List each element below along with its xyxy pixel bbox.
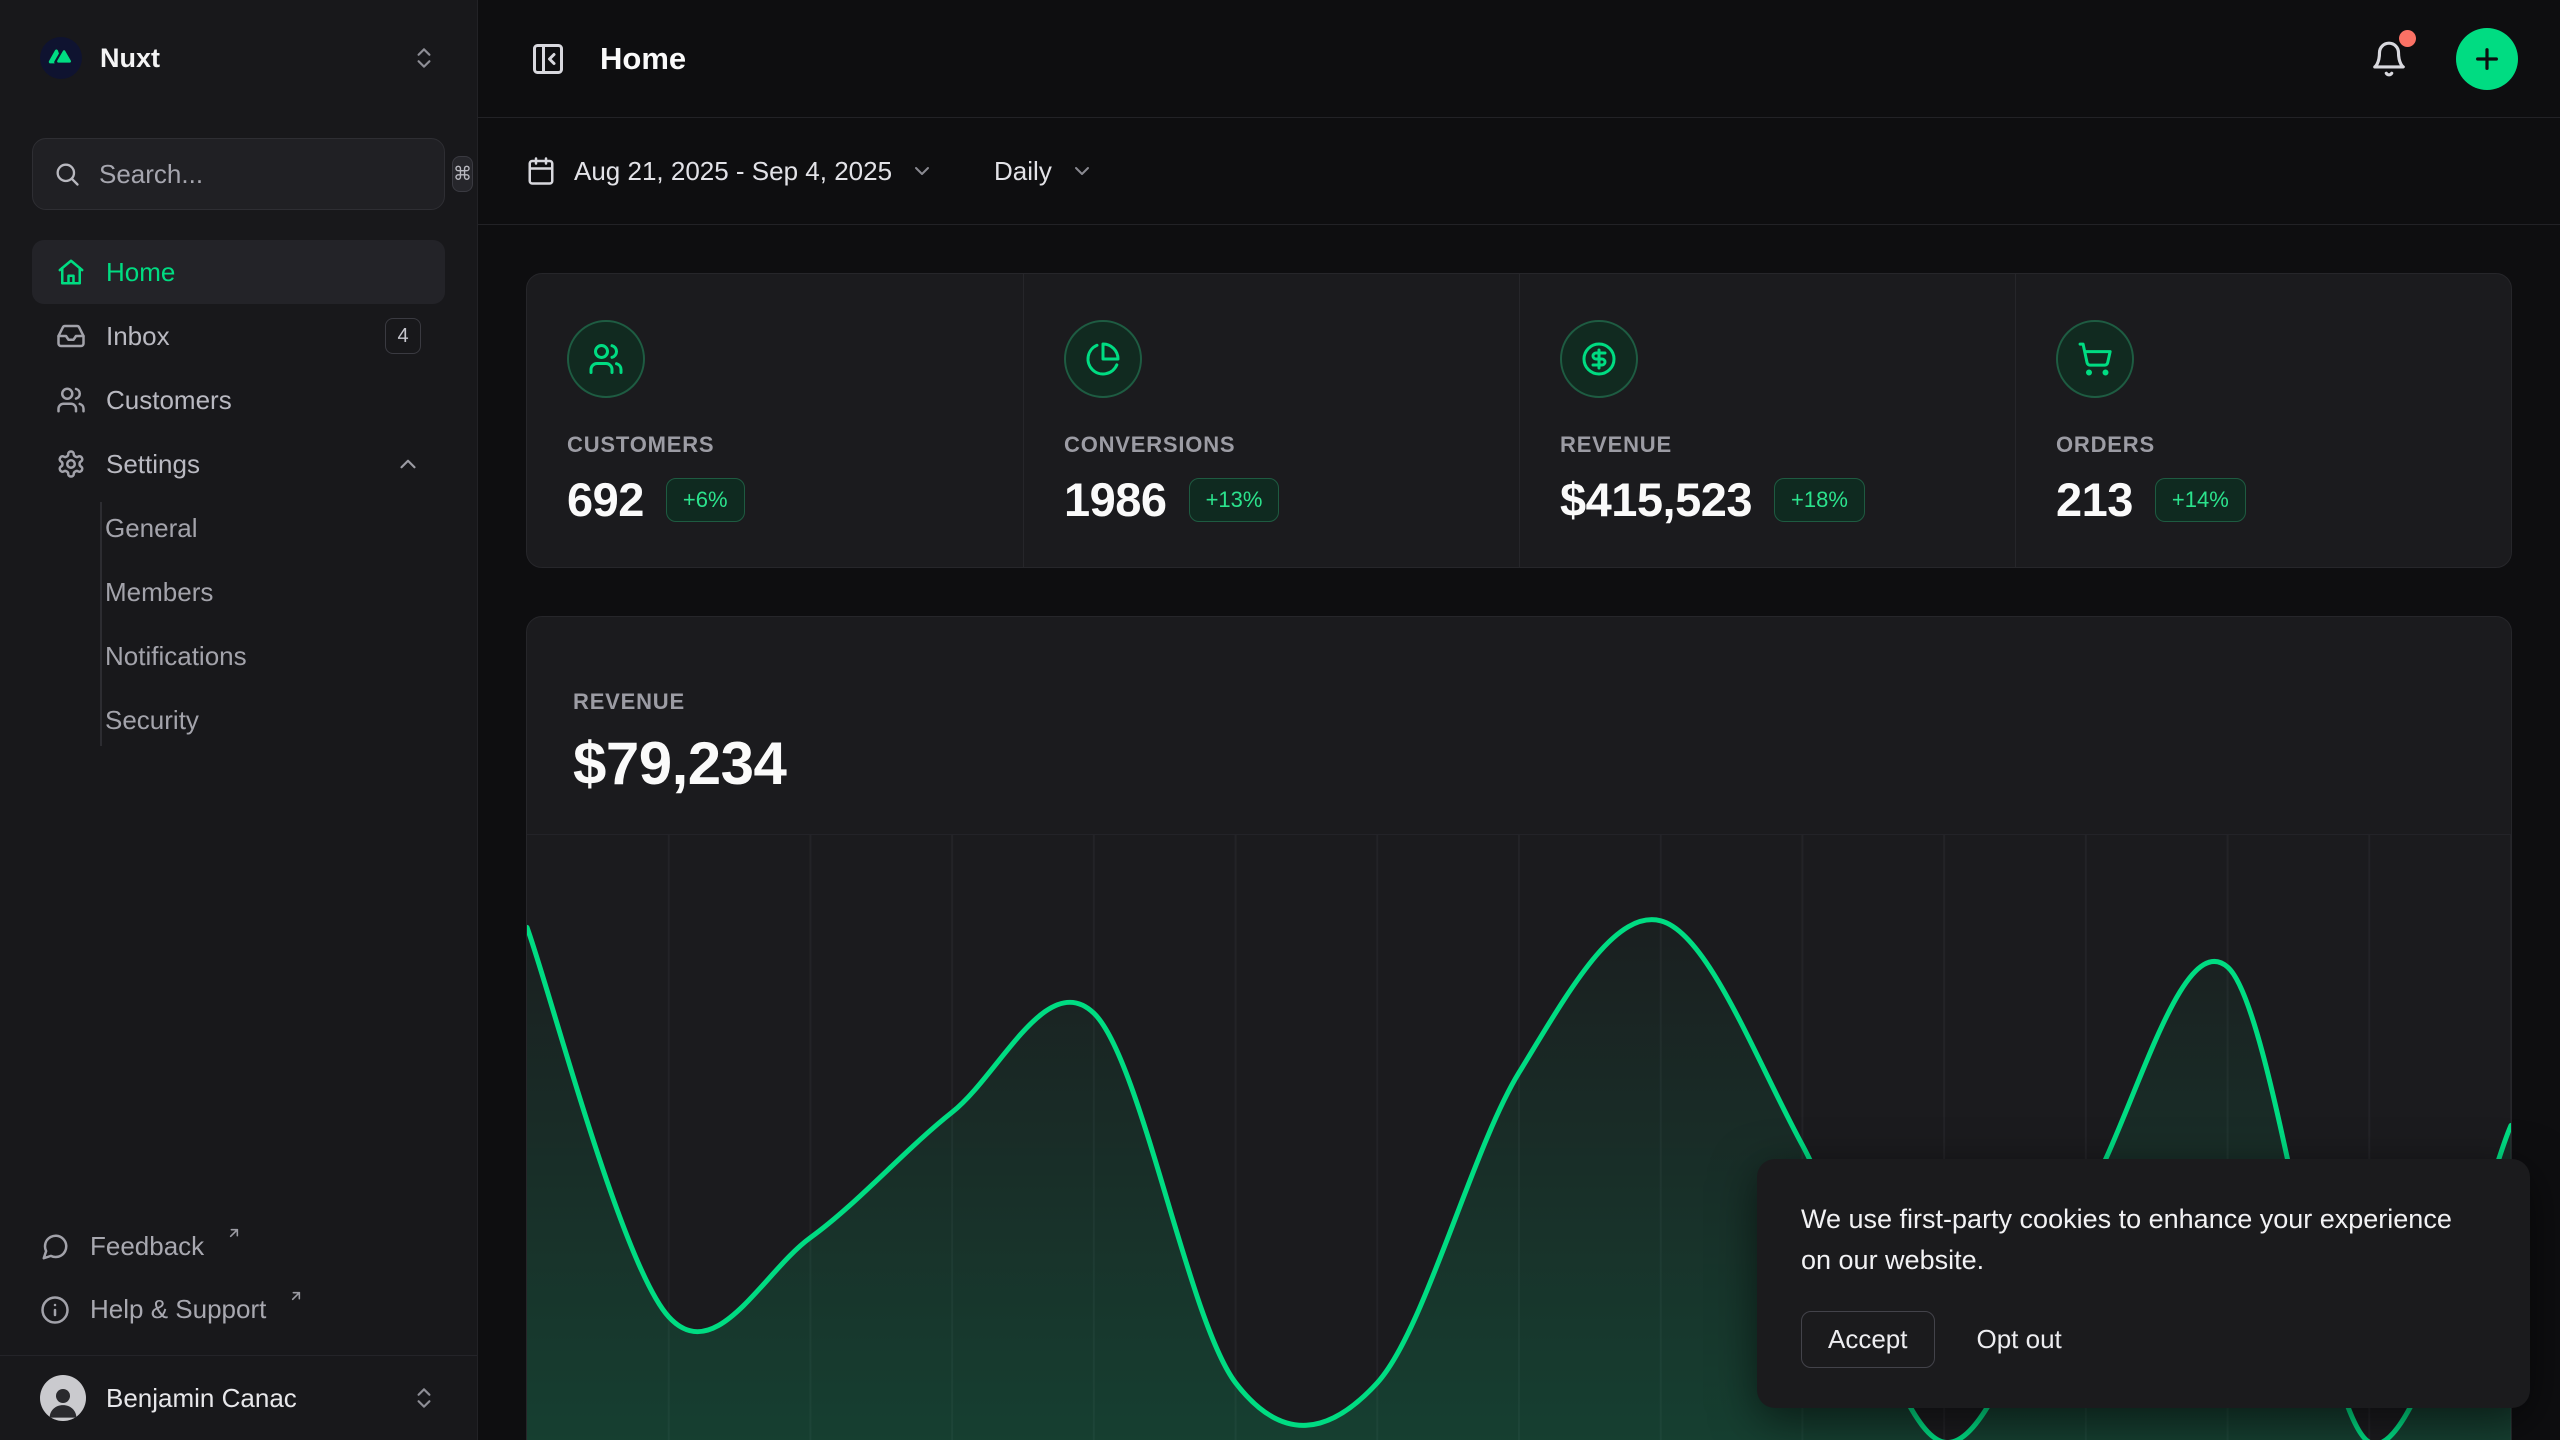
sidebar-item-customers[interactable]: Customers [32, 368, 445, 432]
sidebar-footer: Feedback Help & Support Benjamin Canac [32, 1215, 445, 1440]
chevron-up-icon [395, 451, 421, 477]
sidebar: Nuxt ⌘ K Home Inbox 4 [0, 0, 478, 1440]
team-name: Nuxt [100, 43, 160, 74]
pie-chart-icon [1064, 320, 1142, 398]
sidebar-item-notifications[interactable]: Notifications [105, 624, 445, 688]
stat-card-orders[interactable]: ORDERS 213 +14% [2015, 274, 2511, 567]
nuxt-logo-icon [40, 37, 82, 79]
stat-label: ORDERS [2056, 432, 2471, 458]
sidebar-item-inbox[interactable]: Inbox 4 [32, 304, 445, 368]
search-icon [53, 160, 81, 188]
sidebar-item-security[interactable]: Security [105, 688, 445, 752]
external-link-icon [288, 1288, 304, 1304]
date-range-picker[interactable]: Aug 21, 2025 - Sep 4, 2025 [526, 156, 934, 187]
info-circle-icon [40, 1295, 70, 1325]
add-button[interactable] [2456, 28, 2518, 90]
filter-bar: Aug 21, 2025 - Sep 4, 2025 Daily [478, 118, 2560, 225]
stat-card-conversions[interactable]: CONVERSIONS 1986 +13% [1023, 274, 1519, 567]
team-switcher[interactable]: Nuxt [32, 14, 445, 102]
inbox-icon [56, 321, 86, 351]
gear-icon [56, 449, 86, 479]
home-icon [56, 257, 86, 287]
date-range-label: Aug 21, 2025 - Sep 4, 2025 [574, 156, 892, 187]
chevrons-up-down-icon [411, 1385, 437, 1411]
main-panel: Home Aug 21, 2025 - Sep 4, 2025 [478, 0, 2560, 1440]
chevrons-up-down-icon [411, 45, 437, 71]
user-name: Benjamin Canac [106, 1383, 297, 1414]
settings-submenu: General Members Notifications Security [32, 496, 445, 752]
stat-delta-badge: +13% [1189, 478, 1280, 522]
granularity-label: Daily [994, 156, 1052, 187]
plus-icon [2471, 43, 2503, 75]
panel-left-icon [530, 41, 566, 77]
stat-label: CONVERSIONS [1064, 432, 1479, 458]
sidebar-item-home[interactable]: Home [32, 240, 445, 304]
stat-label: CUSTOMERS [567, 432, 983, 458]
stat-card-revenue[interactable]: REVENUE $415,523 +18% [1519, 274, 2015, 567]
revenue-chart-value: $79,234 [573, 729, 2465, 798]
granularity-select[interactable]: Daily [994, 156, 1094, 187]
chat-bubble-icon [40, 1232, 70, 1262]
stats-row: CUSTOMERS 692 +6% CONVERSIONS 1986 +13% [526, 273, 2512, 568]
stat-delta-badge: +18% [1774, 478, 1865, 522]
stat-value: 213 [2056, 472, 2133, 527]
avatar [40, 1375, 86, 1421]
stat-delta-badge: +6% [666, 478, 745, 522]
topbar: Home [478, 0, 2560, 118]
notification-dot [2399, 30, 2416, 47]
user-menu[interactable]: Benjamin Canac [32, 1356, 445, 1440]
sidebar-item-general[interactable]: General [105, 496, 445, 560]
calendar-icon [526, 156, 556, 186]
external-link-icon [226, 1225, 242, 1241]
help-support-link[interactable]: Help & Support [32, 1278, 445, 1341]
kbd-cmd: ⌘ [452, 156, 473, 192]
sidebar-item-label: Home [106, 257, 175, 288]
dollar-circle-icon [1560, 320, 1638, 398]
sidebar-item-label: Inbox [106, 321, 170, 352]
chevron-down-icon [1070, 159, 1094, 183]
search-input[interactable] [99, 159, 434, 190]
stat-delta-badge: +14% [2155, 478, 2246, 522]
cookie-message: We use first-party cookies to enhance yo… [1801, 1199, 2486, 1281]
stat-label: REVENUE [1560, 432, 1975, 458]
chevron-down-icon [910, 159, 934, 183]
feedback-link[interactable]: Feedback [32, 1215, 445, 1278]
opt-out-button[interactable]: Opt out [1977, 1324, 2062, 1355]
users-icon [56, 385, 86, 415]
collapse-sidebar-button[interactable] [522, 33, 574, 85]
stat-card-customers[interactable]: CUSTOMERS 692 +6% [527, 274, 1023, 567]
sidebar-item-label: Settings [106, 449, 200, 480]
users-icon [567, 320, 645, 398]
sidebar-nav: Home Inbox 4 Customers Settings Genera [32, 240, 445, 752]
cart-icon [2056, 320, 2134, 398]
inbox-count-badge: 4 [385, 318, 421, 354]
revenue-chart-label: REVENUE [573, 689, 2465, 715]
notifications-button[interactable] [2362, 32, 2416, 86]
cookie-banner: We use first-party cookies to enhance yo… [1757, 1159, 2530, 1408]
accept-button[interactable]: Accept [1801, 1311, 1935, 1368]
stat-value: $415,523 [1560, 472, 1752, 527]
stat-value: 1986 [1064, 472, 1167, 527]
stat-value: 692 [567, 472, 644, 527]
sidebar-item-settings[interactable]: Settings [32, 432, 445, 496]
sidebar-item-members[interactable]: Members [105, 560, 445, 624]
page-title: Home [600, 41, 686, 77]
search-input-wrap[interactable]: ⌘ K [32, 138, 445, 210]
sidebar-item-label: Customers [106, 385, 232, 416]
